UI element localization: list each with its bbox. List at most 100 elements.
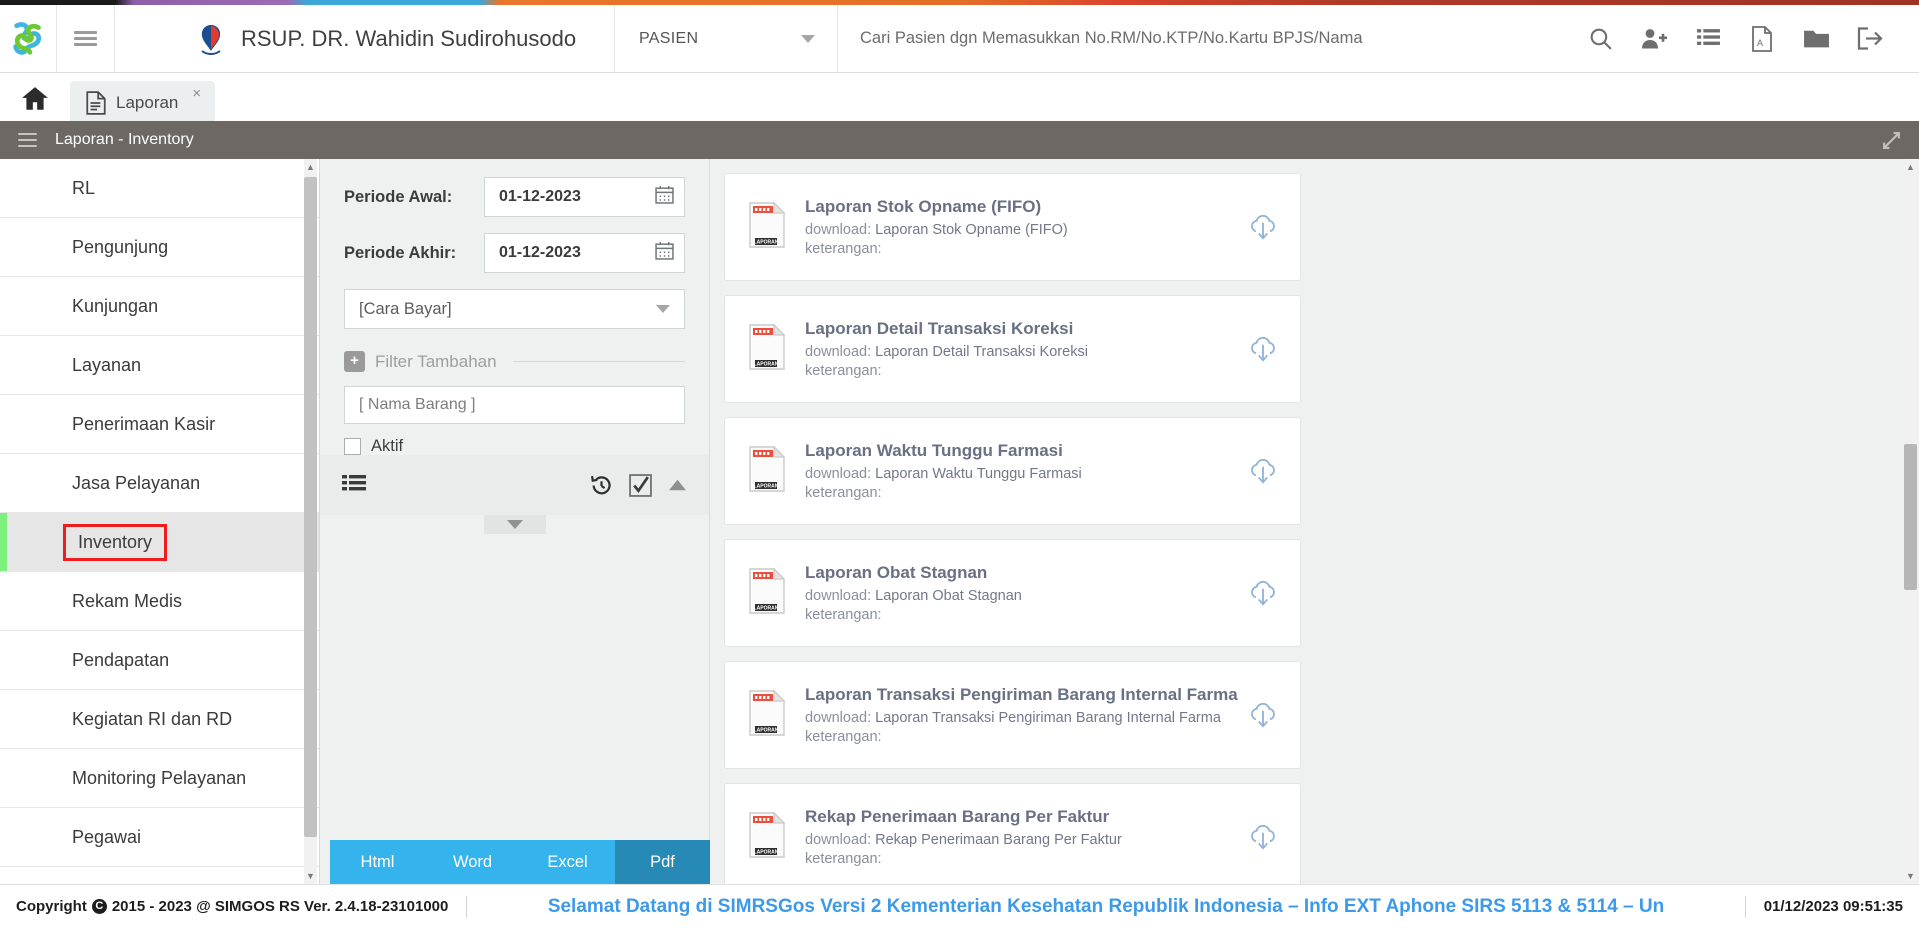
sidebar-scroll-thumb[interactable] bbox=[304, 177, 317, 837]
report-download-button[interactable] bbox=[1246, 578, 1280, 608]
report-card[interactable]: LAPORAN Laporan Stok Opname (FIFO) downlo… bbox=[724, 173, 1301, 281]
cara-bayar-value: [Cara Bayar] bbox=[359, 299, 452, 318]
cloud-download-icon[interactable] bbox=[1248, 456, 1278, 486]
tab-laporan[interactable]: Laporan × bbox=[70, 81, 216, 125]
footer-marquee: Selamat Datang di SIMRSGos Versi 2 Kemen… bbox=[547, 895, 1665, 917]
divider bbox=[466, 895, 468, 918]
cloud-download-icon[interactable] bbox=[1248, 212, 1278, 242]
list-icon[interactable] bbox=[342, 474, 366, 496]
check-square-icon[interactable] bbox=[629, 473, 652, 497]
sidebar-item-penerimaan-kasir[interactable]: Penerimaan Kasir bbox=[0, 395, 319, 454]
report-card[interactable]: LAPORAN Laporan Detail Transaksi Koreksi… bbox=[724, 295, 1301, 403]
report-card[interactable]: LAPORAN Rekap Penerimaan Barang Per Fakt… bbox=[724, 783, 1301, 884]
sidebar-item-label: Kegiatan RI dan RD bbox=[72, 708, 233, 729]
cloud-download-icon[interactable] bbox=[1248, 578, 1278, 608]
close-icon[interactable]: × bbox=[192, 86, 201, 101]
sidebar-item-pengunjung[interactable]: Pengunjung bbox=[0, 218, 319, 277]
breadcrumb-menu-icon[interactable] bbox=[18, 129, 37, 151]
search-input[interactable] bbox=[860, 29, 1573, 48]
patient-scope-dropdown[interactable]: PASIEN bbox=[615, 5, 838, 72]
expand-icon[interactable] bbox=[1882, 131, 1901, 150]
export-word-button[interactable]: Word bbox=[425, 840, 520, 884]
export-html-button[interactable]: Html bbox=[330, 840, 425, 884]
folder-icon[interactable] bbox=[1789, 5, 1843, 73]
cara-bayar-select[interactable]: [Cara Bayar] bbox=[344, 289, 685, 329]
download-prefix: download: bbox=[805, 709, 872, 726]
periode-akhir-input[interactable]: 01-12-2023 bbox=[484, 233, 685, 273]
report-grid: LAPORAN Laporan Stok Opname (FIFO) downlo… bbox=[724, 173, 1893, 884]
sidebar-item-kegiatan-ri-dan-rd[interactable]: Kegiatan RI dan RD bbox=[0, 690, 319, 749]
report-title: Laporan Waktu Tunggu Farmasi bbox=[805, 441, 1063, 461]
svg-text:LAPORAN: LAPORAN bbox=[754, 605, 779, 611]
sidebar-item-jasa-pelayanan[interactable]: Jasa Pelayanan bbox=[0, 454, 319, 513]
sidebar-item-rl[interactable]: RL bbox=[0, 159, 319, 218]
copyright-details: 2015 - 2023 @ SIMGOS RS Ver. 2.4.18-2310… bbox=[111, 898, 449, 915]
app-logo[interactable] bbox=[0, 5, 57, 72]
sidebar-scroll-up-icon[interactable]: ▲ bbox=[304, 159, 317, 175]
sidebar-scroll-down-icon[interactable]: ▼ bbox=[304, 868, 317, 884]
search-icon[interactable] bbox=[1573, 5, 1627, 73]
calendar-icon[interactable] bbox=[655, 185, 674, 209]
chevron-up-icon[interactable] bbox=[668, 478, 687, 492]
report-download-button[interactable] bbox=[1246, 700, 1280, 730]
sidebar-item-rekam-medis[interactable]: Rekam Medis bbox=[0, 572, 319, 631]
report-download-line: download: Laporan Detail Transaksi Korek… bbox=[805, 344, 1246, 360]
add-user-icon[interactable] bbox=[1627, 5, 1681, 73]
sidebar-toggle-button[interactable] bbox=[57, 5, 115, 72]
sidebar-item-pendapatan[interactable]: Pendapatan bbox=[0, 631, 319, 690]
history-icon[interactable] bbox=[590, 474, 613, 497]
sidebar-item-pegawai[interactable]: Pegawai bbox=[0, 808, 319, 867]
report-download-button[interactable] bbox=[1246, 822, 1280, 852]
aktif-checkbox[interactable] bbox=[344, 438, 361, 455]
report-icon: LAPORAN bbox=[747, 811, 791, 864]
report-download-button[interactable] bbox=[1246, 212, 1280, 242]
report-title: Laporan Transaksi Pengiriman Barang Inte… bbox=[805, 685, 1238, 705]
export-pdf-button[interactable]: Pdf bbox=[615, 840, 710, 884]
svg-text:A: A bbox=[1757, 38, 1763, 48]
copyright-text: Copyright C 2015 - 2023 @ SIMGOS RS Ver.… bbox=[16, 898, 448, 915]
svg-text:LAPORAN: LAPORAN bbox=[754, 849, 779, 855]
pdf-icon[interactable]: A bbox=[1735, 5, 1789, 73]
report-scroll-up-icon[interactable]: ▲ bbox=[1904, 159, 1917, 175]
sidebar-item-monitoring-pelayanan[interactable]: Monitoring Pelayanan bbox=[0, 749, 319, 808]
report-download-button[interactable] bbox=[1246, 456, 1280, 486]
breadcrumb: Laporan - Inventory bbox=[55, 131, 194, 148]
sidebar-item-label: Monitoring Pelayanan bbox=[72, 767, 247, 788]
hospital-identity: RSUP. DR. Wahidin Sudirohusodo bbox=[115, 5, 615, 72]
report-download-button[interactable] bbox=[1246, 334, 1280, 364]
aktif-checkbox-row: Aktif bbox=[344, 437, 685, 456]
report-scroll-down-icon[interactable]: ▼ bbox=[1904, 868, 1917, 884]
report-card[interactable]: LAPORAN Laporan Transaksi Pengiriman Bar… bbox=[724, 661, 1301, 769]
report-title: Rekap Penerimaan Barang Per Faktur bbox=[805, 807, 1110, 827]
hospital-name: RSUP. DR. Wahidin Sudirohusodo bbox=[241, 25, 577, 51]
sidebar-item-inventory[interactable]: Inventory bbox=[0, 513, 319, 572]
cloud-download-icon[interactable] bbox=[1248, 700, 1278, 730]
report-download-name: Laporan Obat Stagnan bbox=[875, 587, 1022, 604]
sidebar-item-label: Kunjungan bbox=[72, 295, 159, 316]
filter-collapse-button[interactable] bbox=[483, 515, 546, 534]
plus-icon[interactable]: + bbox=[344, 351, 365, 372]
calendar-icon[interactable] bbox=[655, 241, 674, 265]
svg-text:LAPORAN: LAPORAN bbox=[754, 239, 779, 245]
report-document-icon: LAPORAN bbox=[749, 201, 786, 248]
report-scroll-thumb[interactable] bbox=[1904, 444, 1917, 590]
logout-icon[interactable] bbox=[1843, 5, 1897, 73]
sidebar-item-layanan[interactable]: Layanan bbox=[0, 336, 319, 395]
cloud-download-icon[interactable] bbox=[1248, 334, 1278, 364]
keterangan-label: keterangan: bbox=[805, 362, 882, 379]
breadcrumb-bar: Laporan - Inventory bbox=[0, 121, 1919, 159]
home-tab-button[interactable] bbox=[0, 73, 70, 125]
filter-tambahan-header: + Filter Tambahan bbox=[344, 351, 685, 372]
sidebar-item-kunjungan[interactable]: Kunjungan bbox=[0, 277, 319, 336]
report-card[interactable]: LAPORAN Laporan Waktu Tunggu Farmasi down… bbox=[724, 417, 1301, 525]
svg-text:LAPORAN: LAPORAN bbox=[754, 361, 779, 367]
main-body: RL Pengunjung Kunjungan Layanan Penerimaan K… bbox=[0, 159, 1919, 884]
cloud-download-icon[interactable] bbox=[1248, 822, 1278, 852]
periode-awal-input[interactable]: 01-12-2023 bbox=[484, 177, 685, 217]
export-excel-button[interactable]: Excel bbox=[520, 840, 615, 884]
report-download-name: Laporan Transaksi Pengiriman Barang Inte… bbox=[875, 709, 1221, 726]
report-card[interactable]: LAPORAN Laporan Obat Stagnan download: La… bbox=[724, 539, 1301, 647]
nama-barang-input[interactable] bbox=[344, 386, 685, 424]
list-icon[interactable] bbox=[1681, 5, 1735, 73]
report-icon: LAPORAN bbox=[747, 323, 791, 376]
